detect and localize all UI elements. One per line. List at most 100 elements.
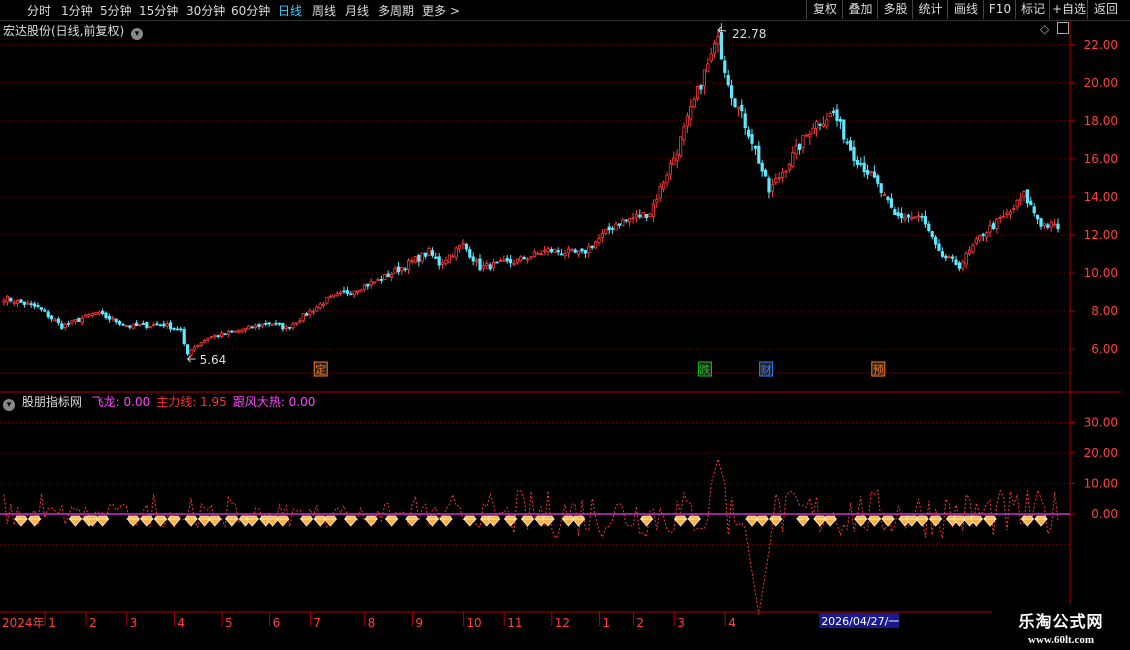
candle[interactable] — [991, 223, 996, 229]
candle[interactable] — [940, 251, 945, 257]
candle[interactable] — [430, 250, 435, 256]
candle[interactable] — [903, 217, 907, 220]
candle[interactable] — [764, 169, 768, 177]
candle[interactable] — [260, 323, 265, 327]
candle[interactable] — [937, 243, 941, 251]
candle[interactable] — [777, 177, 781, 179]
candle[interactable] — [1036, 214, 1040, 220]
candle[interactable] — [223, 333, 227, 336]
candle[interactable] — [209, 336, 213, 339]
candle[interactable] — [804, 134, 809, 137]
candle[interactable] — [104, 312, 108, 319]
candle[interactable] — [192, 346, 196, 351]
candle[interactable] — [869, 171, 873, 173]
candle[interactable] — [961, 261, 965, 269]
candle[interactable] — [491, 262, 496, 269]
candle[interactable] — [794, 145, 798, 155]
candle[interactable] — [716, 36, 720, 45]
candle[interactable] — [43, 309, 47, 312]
toolbar-button[interactable]: 统计 — [912, 0, 948, 19]
candle[interactable] — [519, 256, 523, 262]
candle[interactable] — [570, 248, 574, 252]
candle[interactable] — [50, 315, 54, 320]
candle[interactable] — [617, 223, 622, 226]
candle[interactable] — [304, 313, 309, 316]
candle[interactable] — [270, 323, 275, 326]
candle[interactable] — [818, 123, 822, 126]
candle[interactable] — [750, 134, 754, 144]
candle[interactable] — [811, 127, 815, 135]
candle[interactable] — [338, 291, 343, 294]
candle[interactable] — [5, 295, 9, 303]
candle[interactable] — [1025, 189, 1029, 204]
candle[interactable] — [621, 219, 625, 226]
candle[interactable] — [131, 323, 135, 329]
candle[interactable] — [913, 216, 917, 219]
candle[interactable] — [1022, 191, 1026, 198]
candle[interactable] — [852, 146, 856, 161]
chevron-down-icon[interactable]: ▾ — [131, 28, 144, 40]
candle[interactable] — [15, 299, 20, 304]
candle[interactable] — [981, 233, 985, 236]
candle[interactable] — [87, 314, 91, 317]
candle[interactable] — [84, 314, 88, 318]
candle[interactable] — [444, 259, 448, 265]
candle[interactable] — [883, 194, 887, 197]
candle[interactable] — [185, 344, 190, 355]
candle[interactable] — [753, 145, 758, 149]
candle[interactable] — [502, 259, 506, 262]
candle[interactable] — [1029, 200, 1033, 206]
candle[interactable] — [1002, 215, 1006, 218]
candle[interactable] — [893, 209, 897, 216]
candle[interactable] — [1042, 223, 1046, 227]
candle[interactable] — [682, 126, 686, 141]
candle[interactable] — [352, 290, 356, 295]
candle[interactable] — [838, 118, 843, 122]
candle[interactable] — [872, 171, 877, 178]
candle[interactable] — [832, 110, 836, 114]
candle[interactable] — [454, 247, 458, 258]
candle[interactable] — [403, 268, 407, 271]
candle[interactable] — [495, 261, 499, 264]
candle[interactable] — [685, 115, 690, 127]
candle[interactable] — [219, 332, 224, 337]
candle[interactable] — [179, 328, 183, 331]
candle[interactable] — [974, 238, 979, 244]
candle[interactable] — [498, 260, 503, 262]
candle[interactable] — [828, 113, 832, 117]
candle[interactable] — [440, 262, 445, 265]
candle[interactable] — [546, 248, 550, 253]
candle[interactable] — [978, 235, 982, 241]
candle[interactable] — [532, 251, 537, 257]
candle[interactable] — [675, 153, 679, 162]
candle[interactable] — [359, 289, 363, 293]
candle[interactable] — [679, 136, 683, 157]
candle[interactable] — [614, 223, 618, 231]
candle[interactable] — [134, 322, 139, 327]
candle[interactable] — [651, 203, 656, 217]
candle[interactable] — [379, 279, 384, 281]
candle[interactable] — [927, 223, 931, 231]
period-tab[interactable]: 15分钟 — [139, 2, 178, 19]
candle[interactable] — [315, 306, 319, 312]
candle[interactable] — [202, 339, 207, 343]
candle[interactable] — [70, 319, 74, 324]
candle[interactable] — [590, 245, 594, 249]
candle[interactable] — [866, 169, 870, 175]
candle[interactable] — [920, 216, 924, 218]
candle[interactable] — [165, 323, 169, 327]
candle[interactable] — [362, 284, 367, 290]
candle[interactable] — [825, 119, 829, 127]
candle[interactable] — [101, 310, 105, 314]
candle[interactable] — [934, 236, 938, 245]
candle[interactable] — [543, 250, 547, 253]
candle[interactable] — [556, 250, 560, 253]
candle[interactable] — [216, 335, 220, 338]
candle[interactable] — [230, 330, 234, 333]
candle[interactable] — [730, 85, 734, 99]
toolbar-button[interactable]: 叠加 — [842, 0, 878, 19]
candle[interactable] — [434, 256, 438, 259]
candle[interactable] — [648, 213, 652, 218]
candle[interactable] — [560, 253, 564, 256]
candle[interactable] — [566, 248, 571, 254]
